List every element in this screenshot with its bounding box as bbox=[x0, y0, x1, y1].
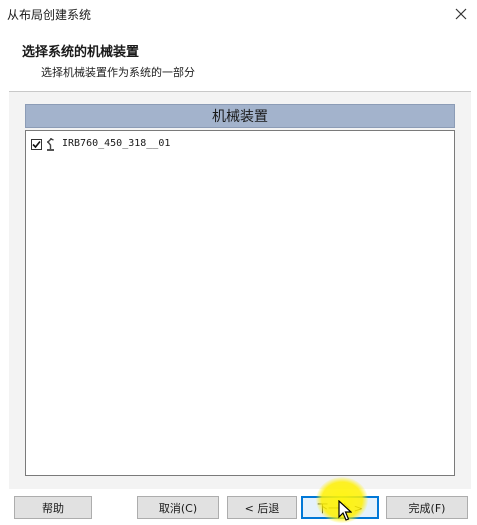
cursor-icon bbox=[338, 500, 352, 521]
mechanism-label: IRB760_450_318__01 bbox=[62, 138, 171, 149]
back-button[interactable]: < 后退 bbox=[227, 496, 297, 519]
list-item[interactable]: IRB760_450_318__01 bbox=[31, 136, 170, 152]
mechanism-checkbox[interactable] bbox=[31, 138, 42, 150]
help-button[interactable]: 帮助 bbox=[14, 496, 92, 519]
cancel-button[interactable]: 取消(C) bbox=[137, 496, 219, 519]
close-icon[interactable] bbox=[449, 3, 473, 25]
title-bar: 从布局创建系统 bbox=[0, 0, 477, 30]
window-title: 从布局创建系统 bbox=[7, 8, 92, 22]
robot-icon bbox=[45, 136, 57, 152]
mechanism-list[interactable]: IRB760_450_318__01 bbox=[25, 130, 455, 476]
page-subheading: 选择机械装置作为系统的一部分 bbox=[41, 66, 195, 79]
finish-button[interactable]: 完成(F) bbox=[386, 496, 468, 519]
mechanism-column-header: 机械装置 bbox=[25, 104, 455, 128]
page-heading: 选择系统的机械装置 bbox=[22, 45, 140, 60]
